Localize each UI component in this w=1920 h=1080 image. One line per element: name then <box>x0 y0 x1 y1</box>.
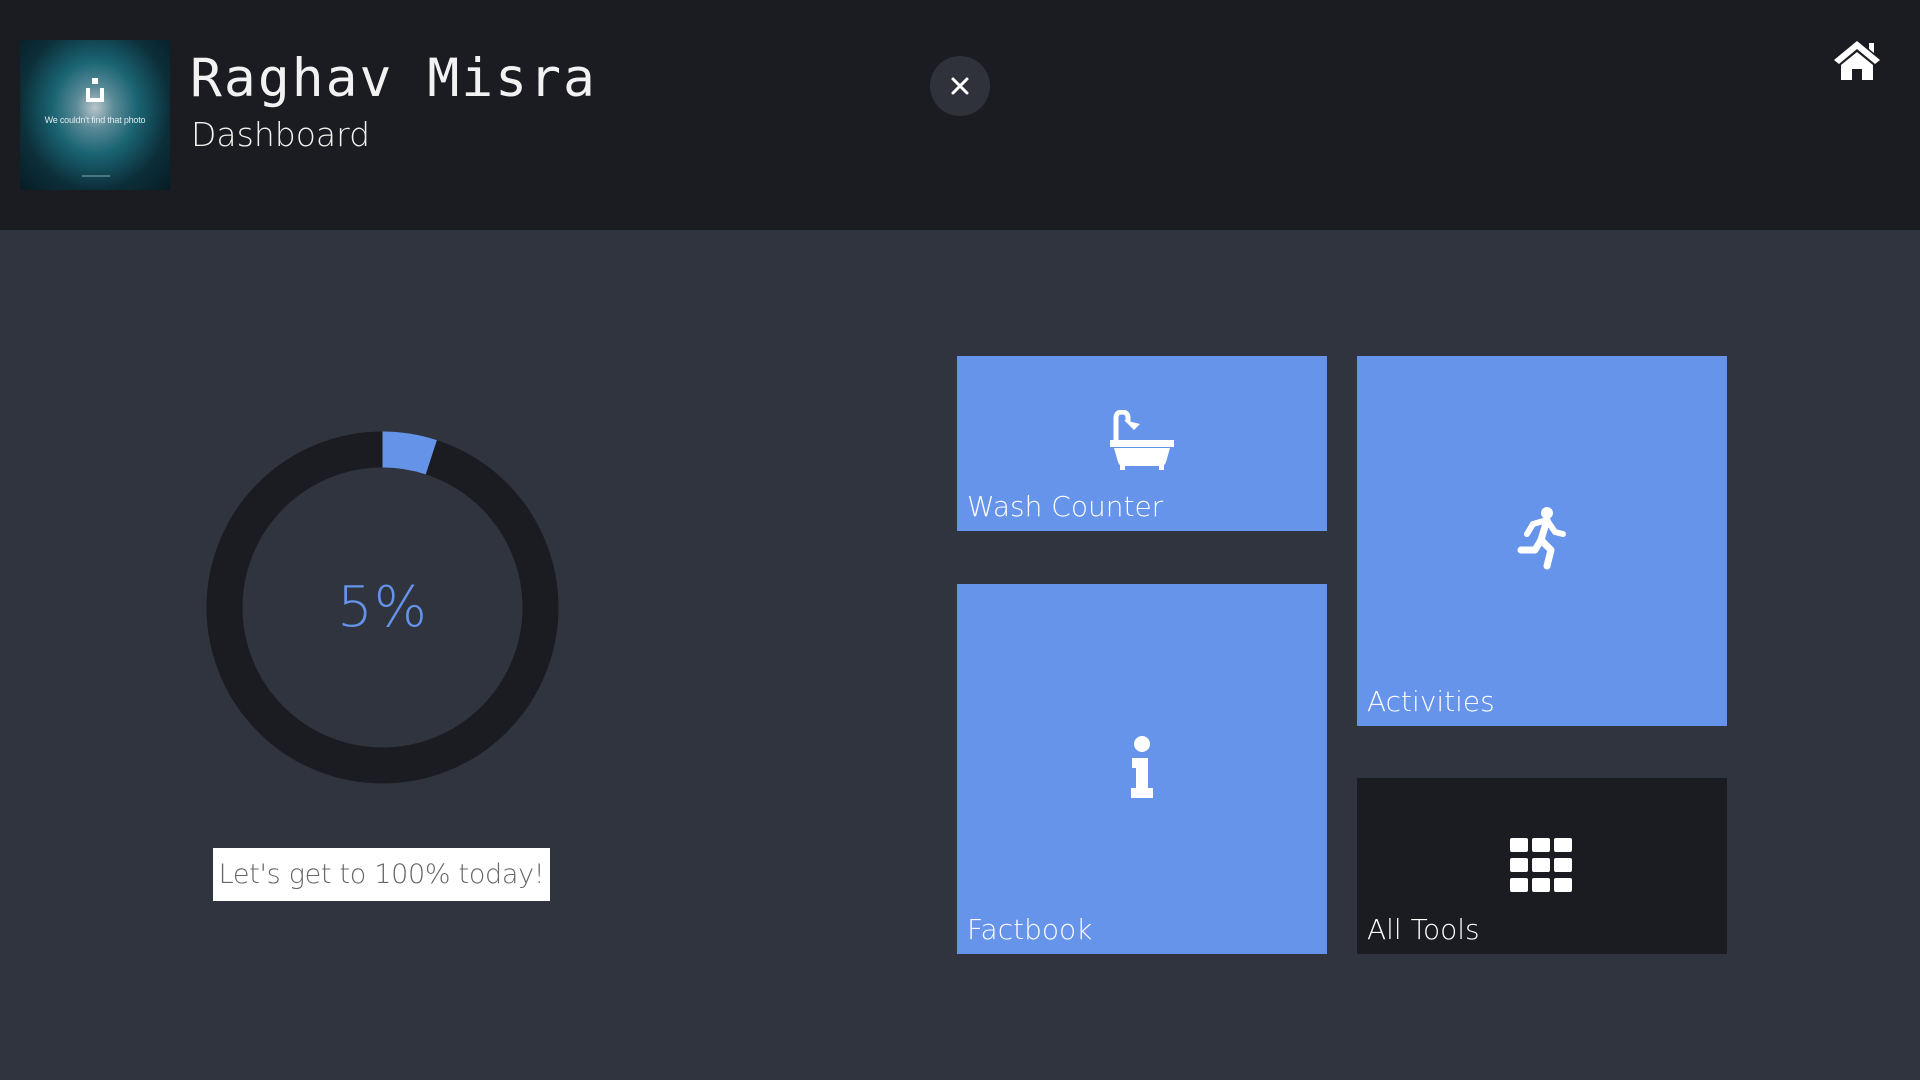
tile-all-tools[interactable]: All Tools <box>1357 778 1727 954</box>
avatar-placeholder-text: We couldn't find that photo <box>44 115 146 125</box>
tile-wash-counter[interactable]: Wash Counter <box>957 356 1327 531</box>
avatar: We couldn't find that photo <box>20 40 170 190</box>
header-bar: We couldn't find that photo Raghav Misra… <box>0 0 1920 230</box>
close-button[interactable] <box>930 56 990 116</box>
running-person-icon <box>1517 507 1566 570</box>
tile-activities[interactable]: Activities <box>1357 356 1727 726</box>
tile-label: All Tools <box>1367 913 1480 946</box>
home-button[interactable] <box>1832 38 1882 82</box>
close-icon <box>951 77 969 95</box>
home-icon <box>1834 41 1880 80</box>
info-icon <box>1131 736 1153 798</box>
grid-icon <box>1510 838 1572 892</box>
motivation-text: Let's get to 100% today! <box>213 848 550 901</box>
tile-label: Activities <box>1367 685 1495 718</box>
progress-percent-label: 5% <box>337 575 428 640</box>
bathtub-icon <box>1110 410 1174 470</box>
page-subtitle: Dashboard <box>191 115 371 154</box>
user-name: Raghav Misra <box>190 48 597 109</box>
tile-label: Wash Counter <box>967 490 1164 523</box>
tile-factbook[interactable]: Factbook <box>957 584 1327 954</box>
tile-label: Factbook <box>967 913 1093 946</box>
photo-placeholder-icon <box>86 78 104 106</box>
